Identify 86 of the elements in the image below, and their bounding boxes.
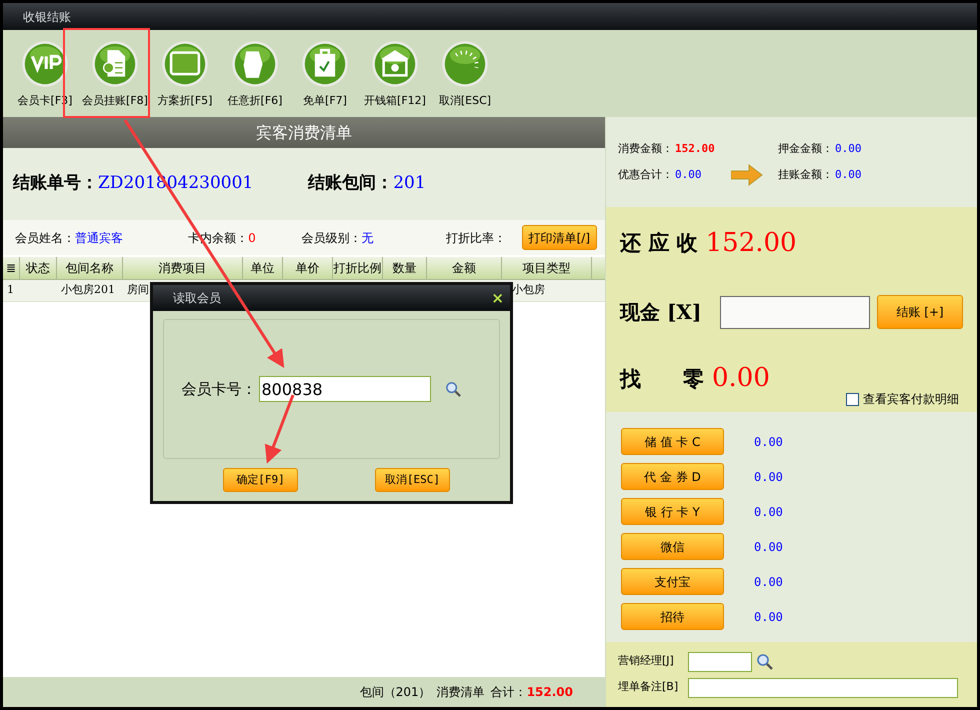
column-header[interactable]: 数量 [383, 257, 427, 279]
payment-button[interactable]: 支付宝 [621, 568, 724, 595]
payment-amount: 0.00 [754, 608, 783, 626]
checkbox[interactable] [846, 392, 859, 406]
checkbox-label: 查看宾客付款明细 [863, 391, 959, 408]
document-icon [91, 40, 139, 88]
window-title: 收银结账 [23, 8, 71, 26]
building-icon [371, 40, 419, 88]
column-header[interactable]: 状态 [20, 257, 57, 279]
toolbar-button[interactable]: 开钱箱[F12] [361, 40, 429, 110]
field-label: 打折比率： [446, 230, 506, 246]
table-cell-text: 小包房201 [61, 282, 115, 298]
order-label: 结账单号： [13, 172, 98, 196]
confirm-button[interactable]: 确定[F9] [223, 468, 298, 492]
room-label: 结账包间： [308, 172, 394, 196]
print-button[interactable]: 打印清单[/] [522, 225, 597, 250]
field-label: 会员姓名： [15, 230, 75, 246]
payment-button[interactable]: 微信 [621, 533, 724, 560]
field-value: 普通宾客 [75, 230, 123, 246]
card-number-label: 会员卡号： [182, 378, 256, 400]
summary-value: 0.00 [835, 140, 862, 156]
vip-icon [21, 40, 69, 88]
payment-amount: 0.00 [754, 468, 783, 486]
clipboard-icon [301, 40, 349, 88]
payment-button[interactable]: 代 金 券 D [621, 463, 724, 490]
toolbar-button[interactable]: 任意折[F6] [221, 40, 289, 110]
cancel-button[interactable]: 取消[ESC] [375, 468, 450, 492]
due-label: 还 应 收 [620, 229, 698, 258]
toolbar-button[interactable]: 会员挂账[F8] [81, 40, 149, 110]
summary-value: 152.00 [675, 140, 715, 156]
panel-header: 宾客消费清单 [3, 117, 605, 148]
table-cell-text: 小包房 [512, 282, 545, 298]
column-header[interactable]: 包间名称 [57, 257, 123, 279]
column-header[interactable]: 打折比例 [333, 257, 383, 279]
payment-amount: 0.00 [754, 434, 783, 450]
summary-label: 消费金额： [618, 140, 673, 156]
toolbar-button[interactable]: 取消[ESC] [431, 40, 499, 110]
column-header[interactable]: 消费项目 [123, 257, 243, 279]
payment-amount: 0.00 [754, 504, 783, 520]
column-header[interactable]: 项目类型 [502, 257, 592, 279]
status-text: 消费清单 [436, 684, 485, 701]
room-number: 201 [393, 172, 426, 196]
close-button[interactable]: × [491, 290, 504, 306]
due-amount: 152.00 [706, 226, 797, 260]
table-cell-text: 房间 [127, 282, 149, 298]
summary-value: 0.00 [835, 167, 862, 183]
field-label: 会员级别： [302, 230, 362, 246]
window-icon [161, 40, 209, 88]
dialog-title: 读取会员 [173, 290, 221, 307]
column-header[interactable]: 单价 [283, 257, 333, 279]
field-value: 0 [248, 230, 256, 246]
manager-input[interactable] [688, 652, 752, 672]
checkout-button[interactable]: 结账 [+] [877, 295, 963, 329]
card-number-input[interactable]: 800838 [258, 376, 430, 402]
table-cell-text: 1 [7, 282, 14, 298]
cash-label: 现金 [X] [620, 299, 702, 326]
summary-value: 0.00 [675, 167, 702, 183]
total-label: 合计： [490, 684, 527, 701]
payment-button[interactable]: 储 值 卡 C [621, 428, 724, 455]
toolbar-button[interactable]: 免单[F7] [291, 40, 359, 110]
status-text: 包间（201） [360, 684, 431, 701]
change-amount: 0.00 [712, 362, 770, 395]
cash-input[interactable] [720, 296, 870, 328]
summary-label: 挂账金额： [778, 167, 833, 183]
payment-amount: 0.00 [754, 574, 783, 590]
summary-label: 优惠合计： [618, 167, 673, 183]
summary-label: 押金金额： [778, 140, 833, 156]
column-header[interactable]: ≣ [3, 257, 20, 279]
total-value: 152.00 [526, 684, 573, 701]
column-header[interactable]: 金额 [427, 257, 502, 279]
payment-amount: 0.00 [754, 538, 783, 556]
note-input[interactable] [688, 678, 958, 698]
field-value: 无 [362, 230, 374, 246]
card-icon [231, 40, 279, 88]
toolbar-button[interactable]: 方案折[F5] [151, 40, 219, 110]
dotted-ring-icon [441, 40, 489, 88]
payment-button[interactable]: 招待 [621, 603, 724, 630]
search-icon[interactable] [756, 652, 774, 670]
manager-label: 营销经理[J] [618, 653, 675, 670]
payment-button[interactable]: 银 行 卡 Y [621, 498, 724, 525]
note-label: 埋单备注[B] [618, 679, 680, 696]
change-label: 找 零 [620, 364, 704, 393]
annotation-arrow [264, 394, 294, 464]
column-header[interactable]: 单位 [243, 257, 283, 279]
search-icon[interactable] [444, 380, 462, 398]
arrow-icon [731, 164, 763, 186]
